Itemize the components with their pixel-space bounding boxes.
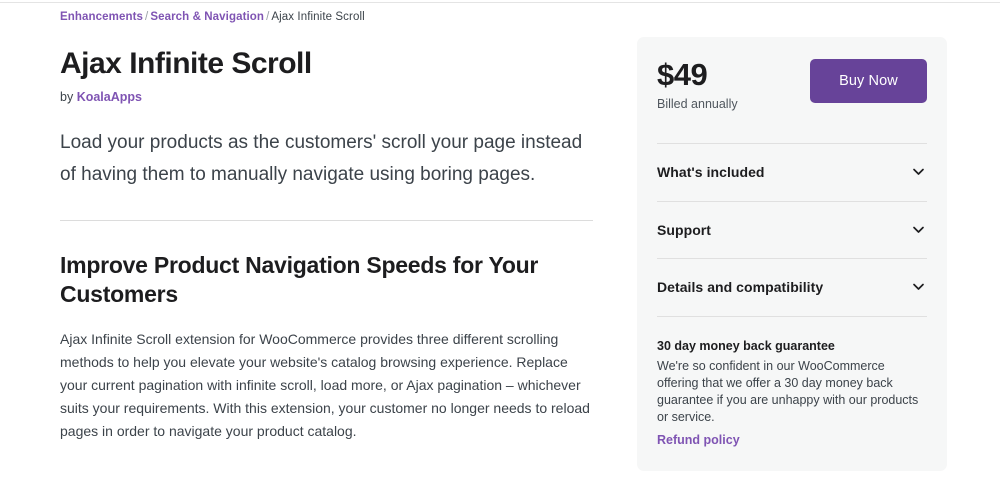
chevron-down-icon[interactable] [912, 280, 925, 293]
breadcrumb: Enhancements / Search & Navigation / Ajax In… [60, 10, 595, 24]
accordion-item-details-compatibility[interactable]: Details and compatibility [657, 259, 927, 317]
chevron-down-icon[interactable] [912, 223, 925, 236]
breadcrumb-item-search-navigation[interactable]: Search & Navigation [150, 11, 264, 23]
section-heading: Improve Product Navigation Speeds for Yo… [60, 252, 539, 307]
product-description: Ajax Infinite Scroll extension for WooCo… [60, 331, 590, 440]
breadcrumb-item-enhancements[interactable]: Enhancements [60, 11, 143, 23]
buy-now-button[interactable]: Buy Now [810, 59, 927, 103]
accordion-label: Details and compatibility [657, 279, 824, 296]
guarantee-title: 30 day money back guarantee [657, 338, 835, 353]
byline-prefix: by [60, 90, 74, 104]
accordion-label: What's included [657, 164, 765, 181]
guarantee-text: We're so confident in our WooCommerce of… [657, 358, 919, 424]
author-link[interactable]: KoalaApps [77, 90, 142, 104]
content-divider [60, 220, 593, 221]
refund-policy-link[interactable]: Refund policy [657, 433, 740, 447]
breadcrumb-item-current: Ajax Infinite Scroll [271, 11, 365, 23]
accordion-item-whats-included[interactable]: What's included [657, 144, 927, 202]
accordion: What's included Support Details and comp… [657, 143, 927, 317]
chevron-down-icon[interactable] [912, 165, 925, 178]
product-lede: Load your products as the customers' scr… [60, 132, 583, 185]
author-byline: by KoalaApps [60, 89, 595, 105]
page-title: Ajax Infinite Scroll [60, 47, 312, 80]
main-content-column: Enhancements / Search & Navigation / Ajax In… [60, 10, 595, 457]
product-page: Enhancements / Search & Navigation / Ajax In… [0, 0, 1000, 500]
accordion-item-support[interactable]: Support [657, 202, 927, 259]
accordion-label: Support [657, 221, 712, 238]
money-back-guarantee: 30 day money back guarantee We're so con… [657, 338, 927, 449]
price-row: $49 Billed annually Buy Now [657, 58, 927, 124]
buy-card: $49 Billed annually Buy Now What's inclu… [637, 37, 947, 471]
page-top-border [0, 2, 1000, 3]
